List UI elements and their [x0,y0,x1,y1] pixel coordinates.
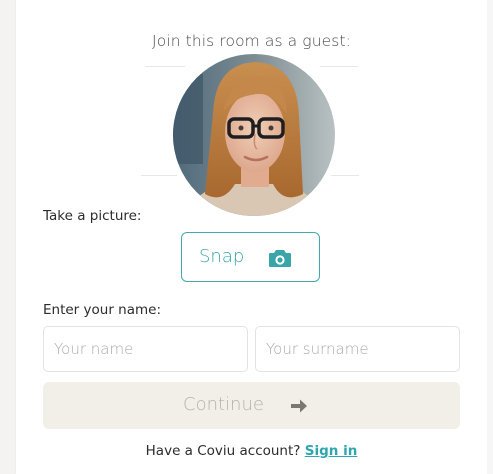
take-picture-label: Take a picture: [43,208,142,224]
signin-prompt: Have a Coviu account? Sign in [0,443,493,459]
signin-prompt-text: Have a Coviu account? [145,443,301,459]
page-title: Join this room as a guest: [152,32,351,50]
frame-guide-line [331,175,359,176]
snap-button[interactable]: Snap [181,232,320,282]
frame-guide-line [320,66,358,67]
continue-button-label: Continue [183,394,264,415]
surname-input[interactable] [255,326,460,372]
arrow-right-icon [290,398,308,414]
avatar-photo [173,54,335,216]
camera-icon [269,249,291,267]
continue-button[interactable]: Continue [43,382,460,429]
scrollbar[interactable] [487,0,493,474]
enter-name-label: Enter your name: [43,302,162,318]
snap-button-label: Snap [199,246,245,267]
signin-link[interactable]: Sign in [305,443,358,459]
frame-guide-line [141,175,177,176]
first-name-input[interactable] [43,326,248,372]
frame-guide-line [145,66,185,67]
